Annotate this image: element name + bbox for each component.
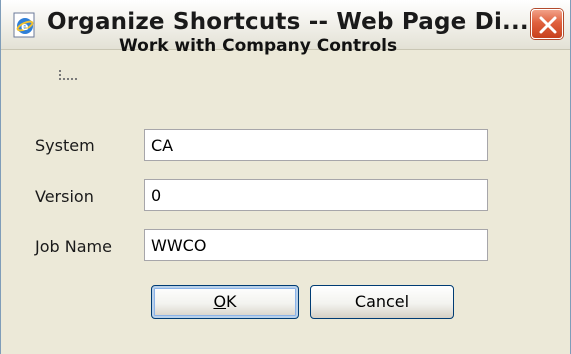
close-button[interactable] bbox=[531, 9, 563, 39]
ok-button[interactable]: OK bbox=[151, 285, 299, 319]
system-label: System bbox=[35, 136, 95, 155]
job-name-field[interactable] bbox=[144, 229, 488, 261]
cancel-button[interactable]: Cancel bbox=[310, 285, 454, 319]
dialog-window: e Organize Shortcuts -- Web Page Di... W… bbox=[0, 0, 571, 354]
tree-icon bbox=[59, 65, 77, 80]
ie-page-icon: e bbox=[12, 12, 38, 38]
version-label: Version bbox=[35, 187, 94, 206]
job-name-label: Job Name bbox=[35, 237, 112, 256]
system-field[interactable] bbox=[144, 129, 488, 161]
window-title: Organize Shortcuts -- Web Page Di... bbox=[47, 9, 529, 35]
svg-text:e: e bbox=[21, 20, 28, 33]
close-icon bbox=[539, 16, 557, 34]
form-title: Work with Company Controls bbox=[119, 36, 398, 56]
version-field[interactable] bbox=[144, 179, 488, 211]
